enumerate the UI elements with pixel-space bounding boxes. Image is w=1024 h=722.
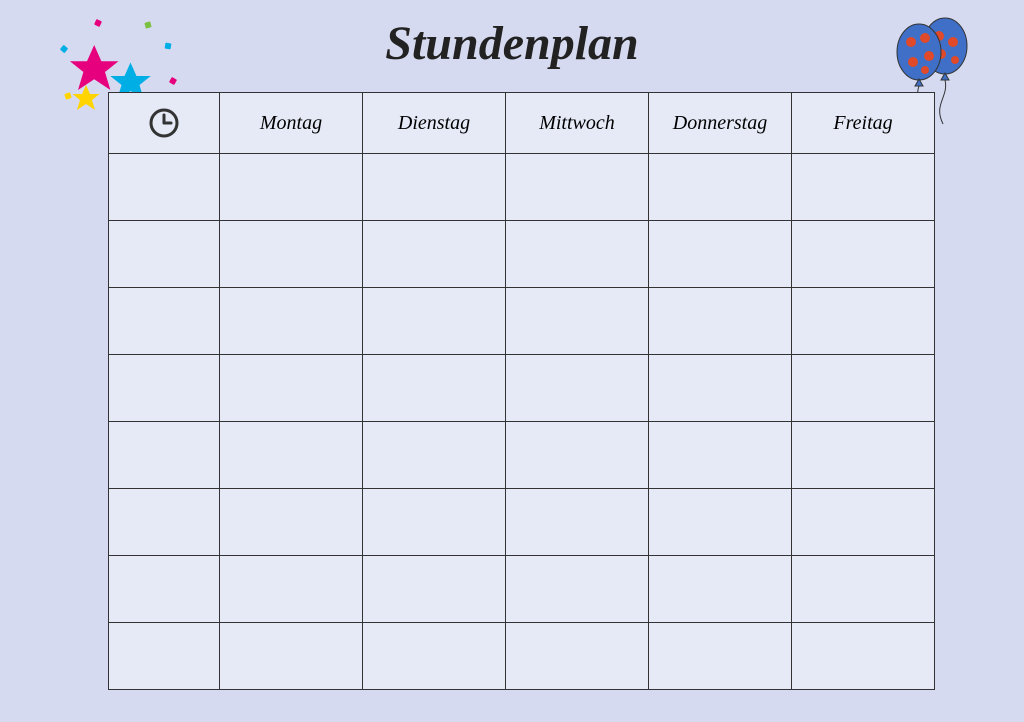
table-row	[109, 355, 935, 422]
timetable: Montag Dienstag Mittwoch Donnerstag Frei…	[108, 92, 935, 690]
plan-cell	[506, 355, 649, 422]
time-cell	[109, 221, 220, 288]
plan-cell	[649, 623, 792, 690]
time-cell	[109, 422, 220, 489]
plan-cell	[363, 556, 506, 623]
time-cell	[109, 154, 220, 221]
plan-cell	[649, 355, 792, 422]
plan-cell	[220, 154, 363, 221]
day-header-thu: Donnerstag	[649, 93, 792, 154]
table-row	[109, 422, 935, 489]
plan-cell	[506, 489, 649, 556]
plan-cell	[363, 221, 506, 288]
day-header-wed: Mittwoch	[506, 93, 649, 154]
plan-cell	[220, 221, 363, 288]
time-cell	[109, 556, 220, 623]
plan-cell	[220, 489, 363, 556]
page-title: Stundenplan	[0, 16, 1024, 71]
plan-cell	[363, 489, 506, 556]
plan-cell	[363, 355, 506, 422]
plan-cell	[220, 623, 363, 690]
table-row	[109, 556, 935, 623]
plan-cell	[792, 355, 935, 422]
plan-cell	[649, 489, 792, 556]
plan-cell	[506, 623, 649, 690]
plan-cell	[363, 154, 506, 221]
time-cell	[109, 489, 220, 556]
plan-cell	[792, 221, 935, 288]
plan-cell	[649, 422, 792, 489]
plan-cell	[220, 556, 363, 623]
time-cell	[109, 288, 220, 355]
plan-cell	[649, 556, 792, 623]
plan-cell	[649, 221, 792, 288]
plan-cell	[220, 288, 363, 355]
table-row	[109, 154, 935, 221]
plan-cell	[792, 489, 935, 556]
plan-cell	[363, 623, 506, 690]
plan-cell	[363, 288, 506, 355]
day-header-tue: Dienstag	[363, 93, 506, 154]
plan-cell	[220, 422, 363, 489]
table-row	[109, 288, 935, 355]
plan-cell	[792, 623, 935, 690]
plan-cell	[792, 154, 935, 221]
plan-cell	[220, 355, 363, 422]
plan-cell	[792, 556, 935, 623]
plan-cell	[506, 288, 649, 355]
time-column-header	[109, 93, 220, 154]
plan-cell	[363, 422, 506, 489]
header-row: Montag Dienstag Mittwoch Donnerstag Frei…	[109, 93, 935, 154]
plan-cell	[649, 288, 792, 355]
timetable-body	[109, 154, 935, 690]
time-cell	[109, 623, 220, 690]
table-row	[109, 221, 935, 288]
plan-cell	[506, 422, 649, 489]
clock-icon	[110, 106, 218, 140]
plan-cell	[506, 154, 649, 221]
plan-cell	[649, 154, 792, 221]
plan-cell	[792, 288, 935, 355]
plan-cell	[506, 221, 649, 288]
day-header-fri: Freitag	[792, 93, 935, 154]
plan-cell	[792, 422, 935, 489]
table-row	[109, 489, 935, 556]
time-cell	[109, 355, 220, 422]
table-row	[109, 623, 935, 690]
day-header-mon: Montag	[220, 93, 363, 154]
plan-cell	[506, 556, 649, 623]
